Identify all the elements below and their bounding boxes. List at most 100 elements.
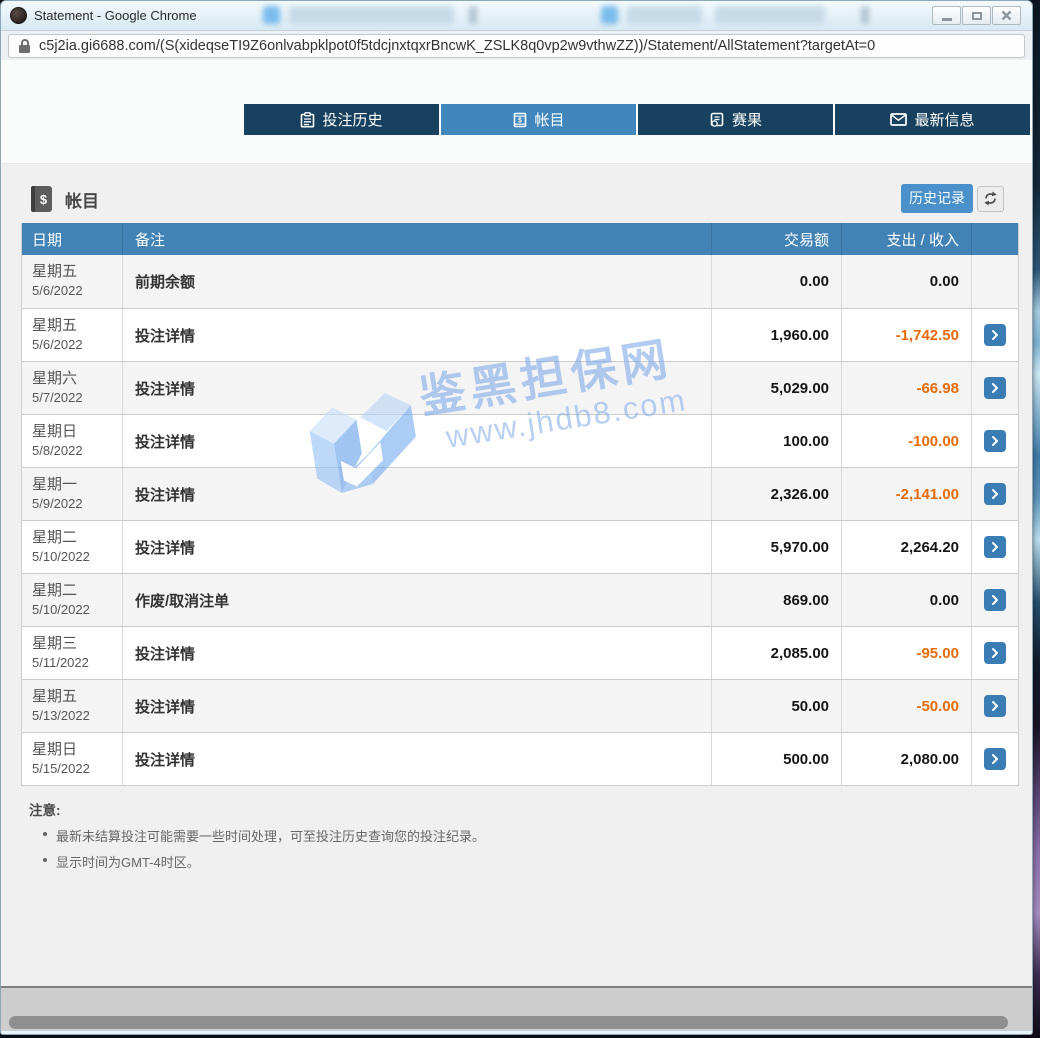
row-detail-button[interactable] bbox=[984, 483, 1006, 505]
bullet-icon bbox=[43, 832, 47, 836]
row-detail-button[interactable] bbox=[984, 377, 1006, 399]
window-favicon bbox=[10, 7, 27, 24]
detail-cell bbox=[971, 574, 1018, 626]
window-titlebar[interactable]: Statement - Google Chrome bbox=[1, 1, 1032, 31]
history-record-button[interactable]: 历史记录 bbox=[901, 184, 973, 213]
detail-cell bbox=[971, 309, 1018, 361]
tab-bet-history[interactable]: 投注历史 bbox=[244, 104, 439, 135]
scrollbar-thumb[interactable] bbox=[9, 1016, 1008, 1029]
amount-cell: 2,085.00 bbox=[711, 627, 841, 679]
row-detail-button[interactable] bbox=[984, 642, 1006, 664]
note-text: 显示时间为GMT-4时区。 bbox=[56, 852, 200, 871]
chevron-right-icon bbox=[990, 541, 1000, 553]
close-icon bbox=[1001, 10, 1012, 21]
date-cell: 星期一 5/9/2022 bbox=[22, 468, 122, 520]
net-cell: -50.00 bbox=[841, 680, 971, 732]
chevron-right-icon bbox=[990, 700, 1000, 712]
row-remark: 投注详情 bbox=[135, 378, 195, 399]
row-amount: 500.00 bbox=[783, 751, 829, 768]
url-bar[interactable]: c5j2ia.gi6688.com/(S(xideqseTI9Z6onlvabp… bbox=[8, 34, 1025, 58]
header-detail bbox=[971, 223, 1018, 255]
browser-window: Statement - Google Chrome c5j2ia.gi6688.… bbox=[0, 0, 1033, 1035]
detail-cell bbox=[971, 362, 1018, 414]
row-net: -100.00 bbox=[908, 433, 959, 450]
remark-cell: 投注详情 bbox=[122, 309, 711, 361]
row-detail-button[interactable] bbox=[984, 324, 1006, 346]
row-net: 2,264.20 bbox=[901, 539, 959, 556]
row-amount: 1,960.00 bbox=[771, 327, 829, 344]
row-weekday: 星期二 bbox=[32, 581, 112, 601]
row-weekday: 星期日 bbox=[32, 740, 112, 760]
tab-latest-news[interactable]: 最新信息 bbox=[835, 104, 1030, 135]
tab-label: 最新信息 bbox=[914, 109, 974, 130]
account-ledger-icon: $ bbox=[31, 186, 52, 212]
page-content: 投注历史 $ 帐目 赛果 bbox=[1, 60, 1032, 1034]
refresh-button[interactable] bbox=[977, 186, 1004, 212]
date-cell: 星期六 5/7/2022 bbox=[22, 362, 122, 414]
row-amount: 100.00 bbox=[783, 433, 829, 450]
net-cell: -66.98 bbox=[841, 362, 971, 414]
close-button[interactable] bbox=[992, 6, 1021, 25]
table-row: 星期五 5/6/2022 前期余额 0.00 0.00 bbox=[22, 255, 1018, 308]
ledger-icon: $ bbox=[512, 112, 527, 128]
net-cell: -100.00 bbox=[841, 415, 971, 467]
tab-label: 帐目 bbox=[534, 109, 564, 130]
section-header: $ 帐目 bbox=[31, 186, 99, 212]
background-tab-close bbox=[469, 6, 477, 24]
minimize-button[interactable] bbox=[932, 6, 961, 25]
tab-results[interactable]: 赛果 bbox=[638, 104, 833, 135]
amount-cell: 5,029.00 bbox=[711, 362, 841, 414]
row-remark: 前期余额 bbox=[135, 271, 195, 292]
net-cell: -2,141.00 bbox=[841, 468, 971, 520]
row-amount: 2,085.00 bbox=[771, 645, 829, 662]
row-remark: 投注详情 bbox=[135, 696, 195, 717]
row-detail-button[interactable] bbox=[984, 695, 1006, 717]
date-cell: 星期五 5/13/2022 bbox=[22, 680, 122, 732]
tab-label: 赛果 bbox=[732, 109, 762, 130]
row-detail-button[interactable] bbox=[984, 536, 1006, 558]
bullet-icon bbox=[43, 858, 47, 862]
url-text: c5j2ia.gi6688.com/(S(xideqseTI9Z6onlvabp… bbox=[39, 38, 875, 54]
row-net: 0.00 bbox=[930, 592, 959, 609]
date-cell: 星期三 5/11/2022 bbox=[22, 627, 122, 679]
net-cell: 0.00 bbox=[841, 255, 971, 308]
background-tab-icon bbox=[263, 6, 280, 24]
table-body: 星期五 5/6/2022 前期余额 0.00 0.00 星期五 5/6/2022… bbox=[22, 255, 1018, 785]
remark-cell: 作废/取消注单 bbox=[122, 574, 711, 626]
tab-label: 投注历史 bbox=[322, 109, 382, 130]
date-cell: 星期日 5/8/2022 bbox=[22, 415, 122, 467]
net-cell: 2,080.00 bbox=[841, 733, 971, 785]
row-date: 5/6/2022 bbox=[32, 283, 112, 298]
remark-cell: 投注详情 bbox=[122, 468, 711, 520]
window-controls bbox=[931, 6, 1021, 25]
amount-cell: 0.00 bbox=[711, 255, 841, 308]
net-cell: 0.00 bbox=[841, 574, 971, 626]
mail-icon bbox=[890, 113, 907, 126]
note-text: 最新未结算投注可能需要一些时间处理，可至投注历史查询您的投注纪录。 bbox=[56, 826, 485, 845]
remark-cell: 投注详情 bbox=[122, 733, 711, 785]
chevron-right-icon bbox=[990, 488, 1000, 500]
tab-statement[interactable]: $ 帐目 bbox=[441, 104, 636, 135]
row-detail-button[interactable] bbox=[984, 589, 1006, 611]
row-detail-button[interactable] bbox=[984, 430, 1006, 452]
remark-cell: 投注详情 bbox=[122, 521, 711, 573]
chevron-right-icon bbox=[990, 647, 1000, 659]
row-date: 5/8/2022 bbox=[32, 443, 112, 458]
table-row: 星期二 5/10/2022 作废/取消注单 869.00 0.00 bbox=[22, 573, 1018, 626]
table-row: 星期日 5/15/2022 投注详情 500.00 2,080.00 bbox=[22, 732, 1018, 785]
window-bottom-edge bbox=[1, 1031, 1032, 1034]
row-remark: 投注详情 bbox=[135, 749, 195, 770]
row-detail-button[interactable] bbox=[984, 748, 1006, 770]
chevron-right-icon bbox=[990, 594, 1000, 606]
remark-cell: 前期余额 bbox=[122, 255, 711, 308]
row-date: 5/7/2022 bbox=[32, 390, 112, 405]
horizontal-scrollbar bbox=[1, 986, 1032, 1032]
maximize-button[interactable] bbox=[962, 6, 991, 25]
detail-cell bbox=[971, 680, 1018, 732]
svg-text:$: $ bbox=[519, 117, 523, 124]
net-cell: 2,264.20 bbox=[841, 521, 971, 573]
clipboard-icon bbox=[300, 112, 315, 128]
row-net: -95.00 bbox=[916, 645, 959, 662]
refresh-icon bbox=[983, 191, 998, 206]
net-cell: -1,742.50 bbox=[841, 309, 971, 361]
